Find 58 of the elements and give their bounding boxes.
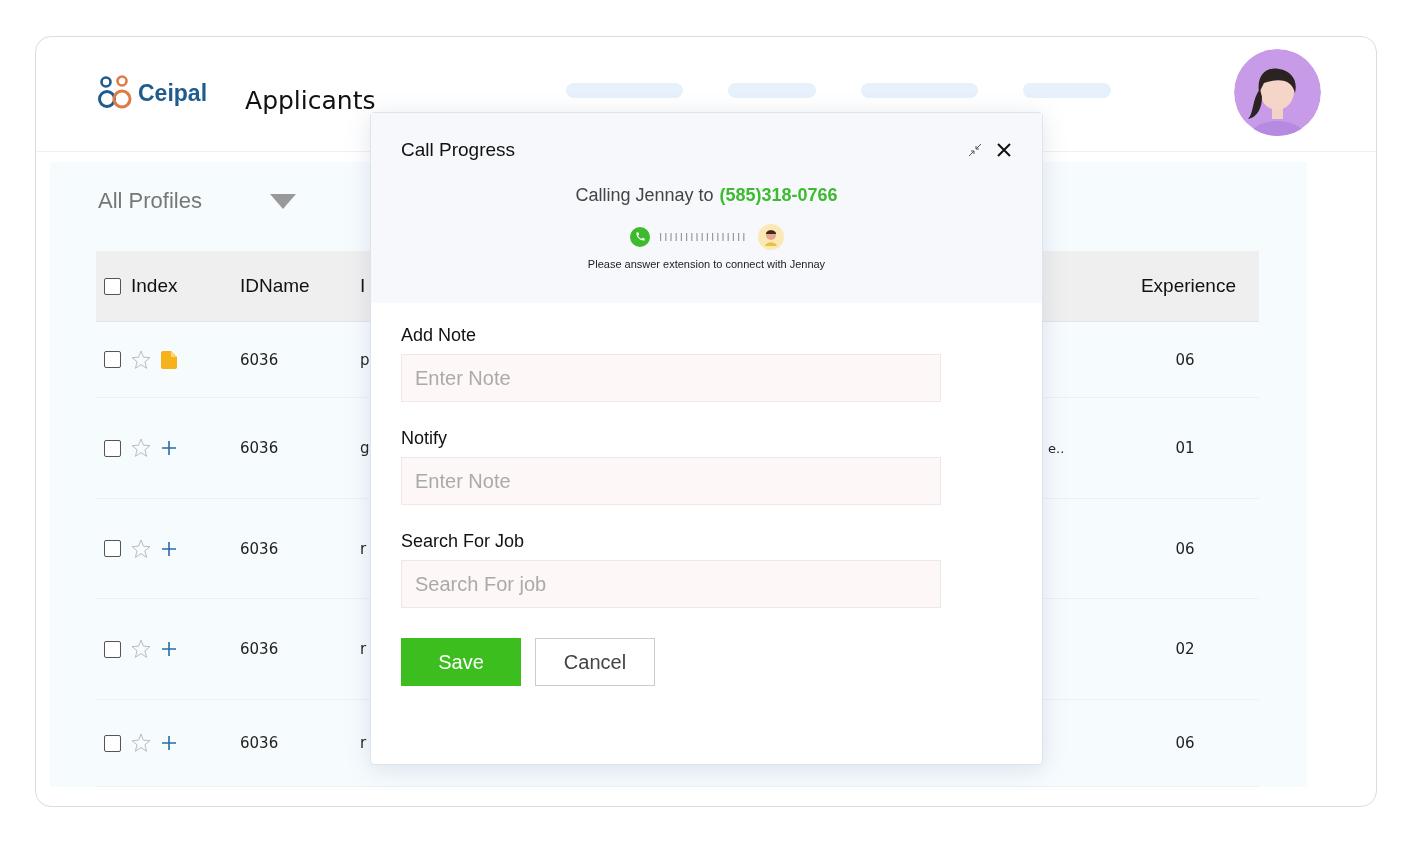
calling-text: Calling Jennay to [575,185,714,206]
checkbox[interactable] [104,277,121,295]
table-cell-text: 6036 [240,640,280,658]
table-cell-text: 06 [1174,734,1196,752]
table-cell-text: 6036 [240,439,280,457]
table-cell: g [360,439,370,457]
collapse-icon [968,143,982,157]
contact-avatar [757,224,784,250]
table-cell-text: 6036 [240,539,280,558]
table-cell-text: 6036 [240,734,280,752]
checkbox[interactable] [104,640,121,658]
profile-filter[interactable]: All Profiles [98,188,270,214]
table-cell-text: 6036 [240,350,280,369]
column-header: Index [131,275,178,297]
dialog-title: Call Progress [401,139,516,161]
star-icon[interactable] [131,639,151,659]
star-icon[interactable] [131,349,151,370]
input-field[interactable]: Search For job [401,560,941,608]
column-header: I [360,275,367,297]
table-cell-text: 01 [1174,439,1196,457]
checkbox[interactable] [104,351,121,368]
table-cell-text: r [360,539,368,558]
star-icon[interactable] [131,438,151,458]
field-label: Notify [401,428,448,449]
table-cell-text: e.. [1047,440,1066,456]
checkbox[interactable] [104,439,121,457]
add-icon[interactable] [161,440,177,456]
logo-text: Ceipal [138,79,208,107]
cancel-button[interactable]: Cancel [535,638,655,686]
input-field[interactable]: Enter Note [401,354,941,402]
avatar[interactable] [1234,49,1321,136]
table-cell-text: r [360,640,368,658]
minimize-button[interactable] [968,143,982,157]
page-title: Applicants [245,85,376,115]
phone-number: (585)318-0766 [719,185,838,206]
close-icon [996,142,1012,158]
dropdown-caret-icon[interactable] [270,193,296,209]
phone-icon [629,227,650,247]
field-label: Search For Job [401,531,526,552]
checkbox[interactable] [104,540,121,557]
add-icon[interactable] [161,735,177,751]
table-cell-text: 06 [1174,350,1196,369]
table-cell: p [360,350,370,369]
column-header: IDName [240,275,311,297]
star-icon[interactable] [131,733,151,753]
star-icon[interactable] [131,538,151,559]
input-field[interactable]: Enter Note [401,457,941,505]
add-icon[interactable] [161,540,177,557]
save-button[interactable]: Save [401,638,521,686]
column-header: Experience [1139,275,1237,297]
close-button[interactable] [996,142,1012,158]
call-hint: Please answer extension to connect with Jennay [586,258,827,270]
table-cell-text: r [360,734,368,752]
table-cell-text: 02 [1174,640,1196,658]
add-icon[interactable] [161,641,177,657]
checkbox[interactable] [104,734,121,752]
field-label: Add Note [401,325,478,346]
table-cell-text: 06 [1174,539,1196,558]
